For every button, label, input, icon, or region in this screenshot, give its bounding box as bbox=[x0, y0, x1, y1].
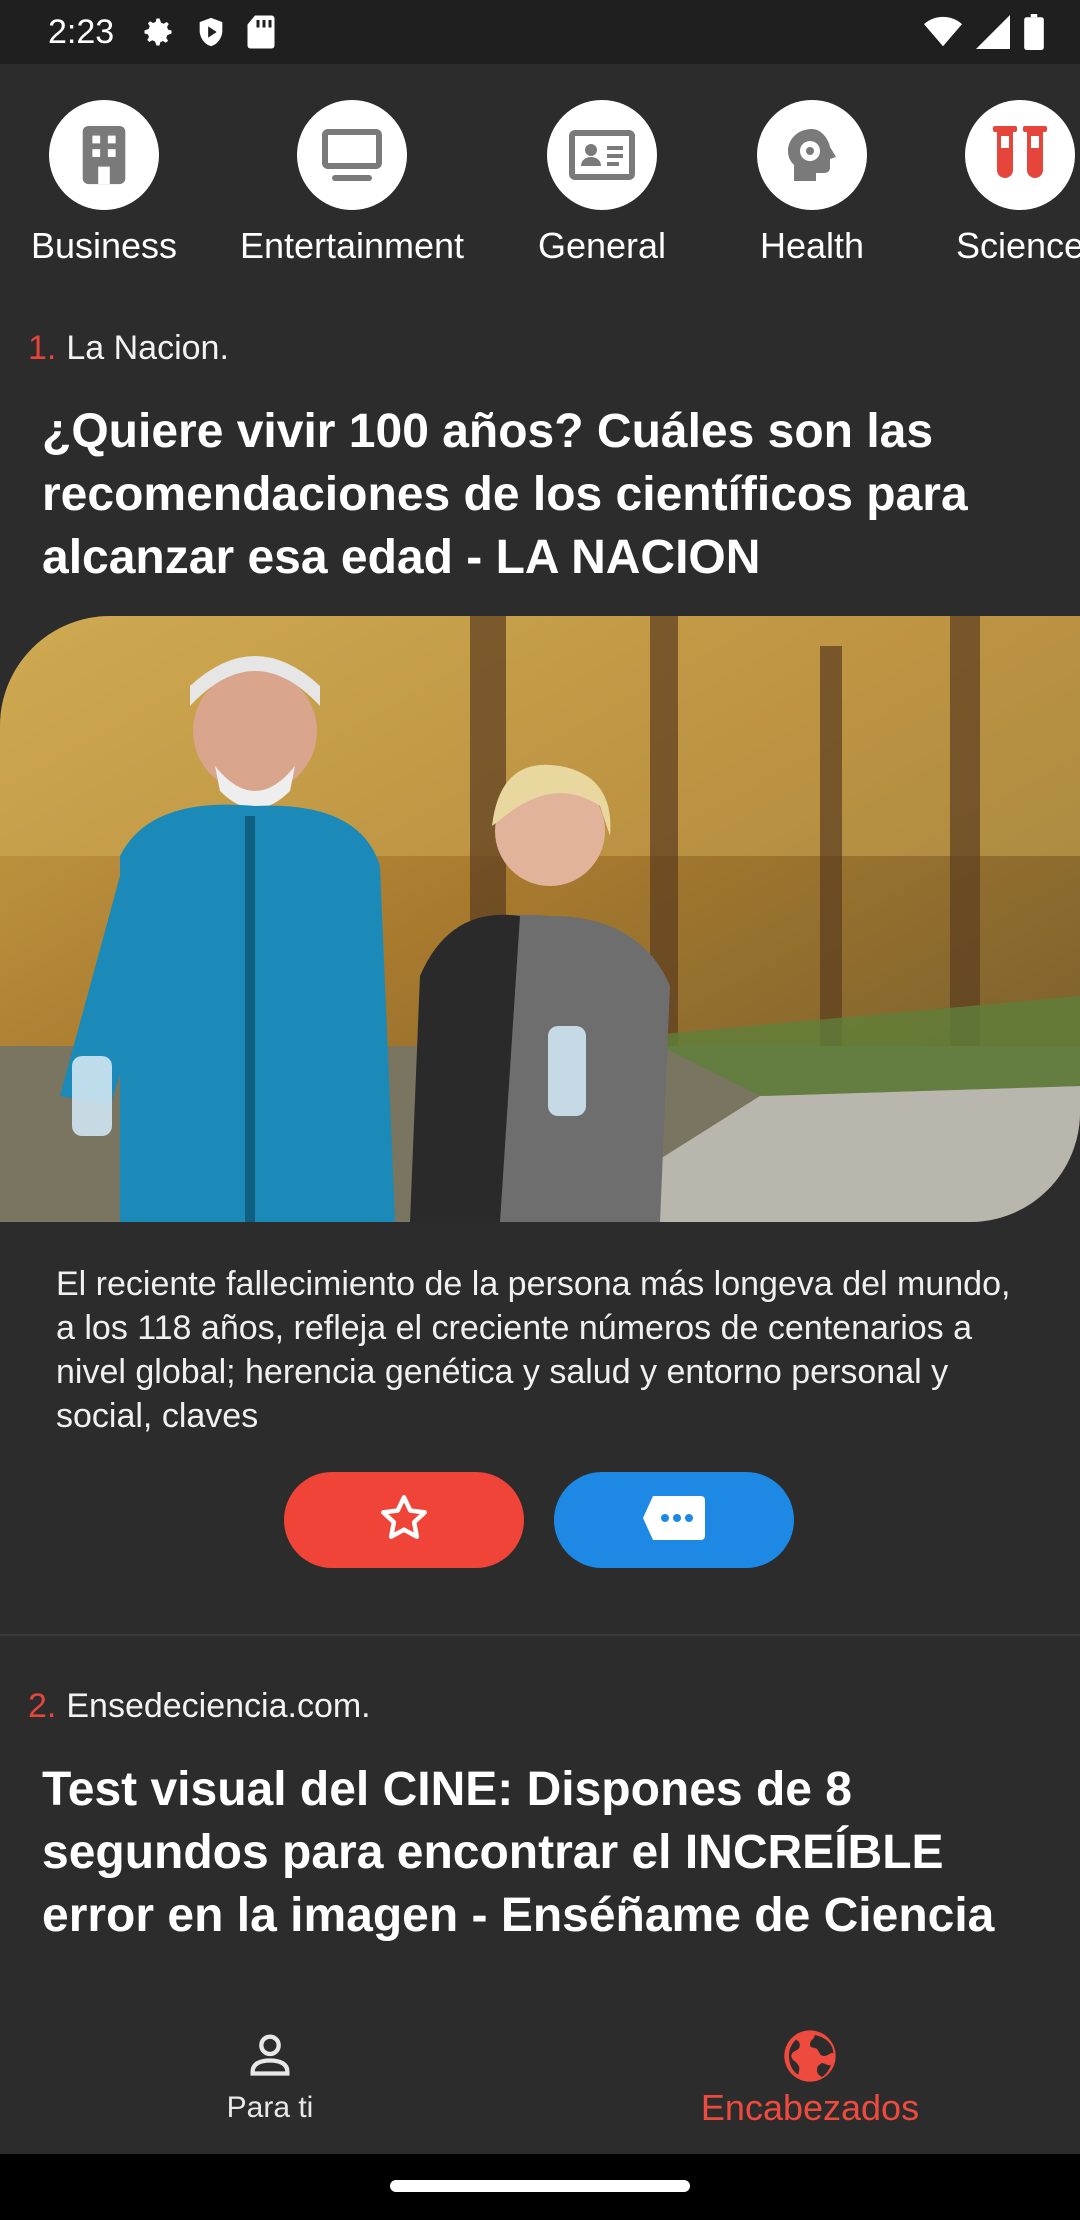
category-business[interactable]: Business bbox=[0, 100, 224, 268]
status-time: 2:23 bbox=[48, 13, 115, 51]
article-source: 1. La Nacion. bbox=[28, 326, 229, 370]
bottom-navigation: Para ti Encabezados bbox=[0, 2008, 1080, 2154]
home-gesture-handle[interactable] bbox=[390, 2180, 690, 2192]
article-source: 2. Ensedeciencia.com. bbox=[28, 1684, 371, 1728]
comment-button[interactable] bbox=[554, 1472, 794, 1568]
category-general[interactable]: General bbox=[482, 100, 722, 268]
nav-para-ti[interactable]: Para ti bbox=[0, 2008, 540, 2154]
category-science[interactable]: Science bbox=[900, 100, 1080, 268]
article-title[interactable]: Test visual del CINE: Dispones de 8 segu… bbox=[42, 1758, 1042, 2008]
nav-label: Encabezados bbox=[700, 2087, 920, 2128]
sd-card-icon bbox=[246, 14, 276, 55]
category-label: Health bbox=[759, 225, 865, 266]
category-strip: Business Entertainment General Health Sc… bbox=[0, 100, 1080, 280]
category-health[interactable]: Health bbox=[692, 100, 932, 268]
gesture-bar bbox=[0, 2154, 1080, 2220]
category-label: General bbox=[537, 225, 667, 266]
source-name: Ensedeciencia.com. bbox=[66, 1687, 371, 1725]
article-title[interactable]: ¿Quiere vivir 100 años? Cuáles son las r… bbox=[42, 400, 1042, 589]
source-name: La Nacion. bbox=[66, 329, 229, 367]
favorite-button[interactable] bbox=[284, 1472, 524, 1568]
article-number: 2. bbox=[28, 1687, 57, 1725]
person-icon bbox=[0, 2028, 540, 2084]
status-bar: 2:23 bbox=[0, 0, 1080, 64]
category-entertainment[interactable]: Entertainment bbox=[232, 100, 472, 268]
cell-signal-icon bbox=[976, 15, 1010, 54]
battery-icon bbox=[1024, 14, 1044, 55]
category-label: Business bbox=[30, 225, 178, 266]
test-tubes-icon bbox=[965, 100, 1075, 210]
shield-play-icon bbox=[194, 14, 228, 55]
article-image[interactable] bbox=[0, 616, 1080, 1222]
id-card-icon bbox=[547, 100, 657, 210]
category-label: Science bbox=[955, 225, 1080, 266]
article-description: El reciente fallecimiento de la persona … bbox=[56, 1265, 1011, 1435]
article-number: 1. bbox=[28, 329, 57, 367]
monitor-icon bbox=[297, 100, 407, 210]
chat-bubble-icon bbox=[641, 1494, 707, 1547]
category-label: Entertainment bbox=[239, 225, 465, 266]
star-icon bbox=[377, 1491, 431, 1550]
nav-encabezados[interactable]: Encabezados bbox=[540, 2008, 1080, 2154]
settings-gear-icon bbox=[140, 14, 176, 55]
nav-label: Para ti bbox=[226, 2091, 314, 2124]
head-gear-icon bbox=[757, 100, 867, 210]
globe-icon bbox=[540, 2028, 1080, 2084]
article-divider bbox=[0, 1634, 1080, 1636]
wifi-icon bbox=[924, 15, 962, 54]
building-icon bbox=[49, 100, 159, 210]
